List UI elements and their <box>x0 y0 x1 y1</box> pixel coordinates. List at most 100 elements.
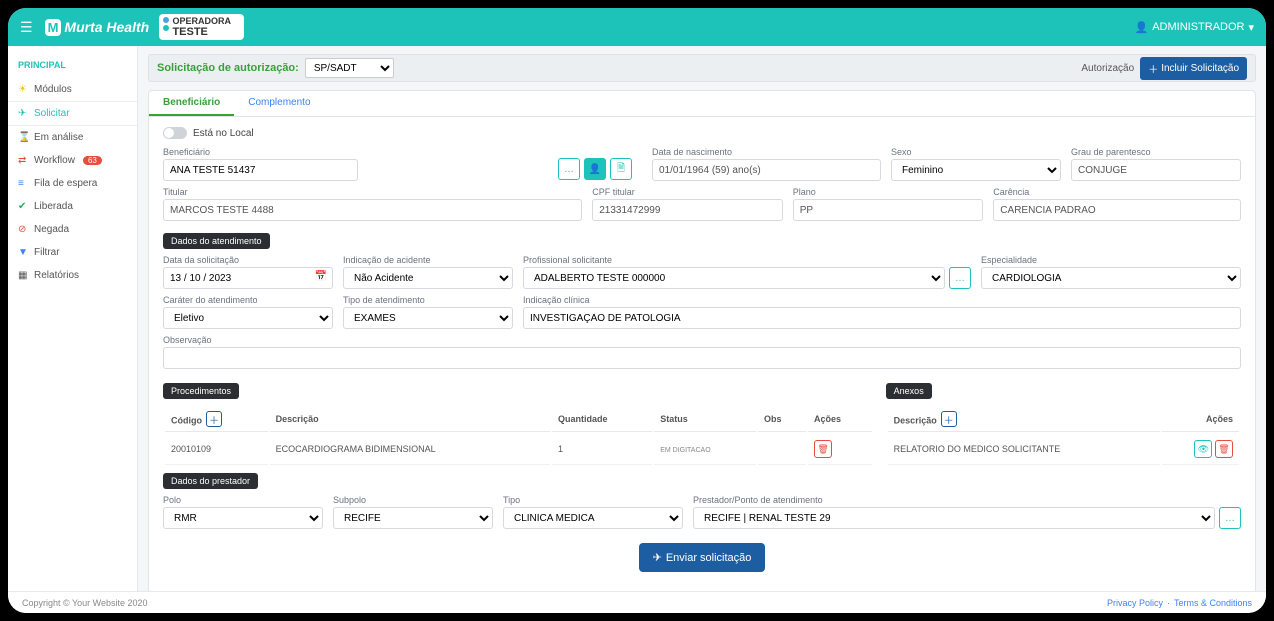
select-profissional[interactable]: ADALBERTO TESTE 000000 <box>523 267 945 289</box>
label-especialidade: Especialidade <box>981 255 1241 265</box>
chevron-down-icon: ▾ <box>1248 21 1254 34</box>
check-icon: ✔ <box>18 201 28 212</box>
add-procedimento-button[interactable]: ＋ <box>206 411 222 427</box>
section-prestador: Dados do prestador <box>163 473 258 489</box>
workflow-icon: ⇄ <box>18 155 28 166</box>
col-obs: Obs <box>758 407 806 432</box>
sidebar-item-negada[interactable]: ⊘Negada <box>8 218 137 241</box>
label-tipo-atendimento: Tipo de atendimento <box>343 295 513 305</box>
send-request-button[interactable]: ✈ Enviar solicitação <box>639 543 766 572</box>
terms-link[interactable]: Terms & Conditions <box>1174 598 1252 608</box>
label-subpolo: Subpolo <box>333 495 493 505</box>
sidebar-item-workflow[interactable]: ⇄Workflow63 <box>8 149 137 172</box>
label-cpf: CPF titular <box>592 187 783 197</box>
col-codigo: Código＋ <box>165 407 268 432</box>
select-subpolo[interactable]: RECIFE <box>333 507 493 529</box>
procedimentos-table: Código＋ Descrição Quantidade Status Obs … <box>163 405 874 467</box>
col-anexo-acoes: Ações <box>1162 407 1239 432</box>
sidebar-item-modulos[interactable]: ☀Módulos <box>8 78 137 101</box>
send-icon: ✈ <box>18 108 28 119</box>
select-tipo-prestador[interactable]: CLINICA MEDICA <box>503 507 683 529</box>
section-procedimentos: Procedimentos <box>163 383 239 399</box>
plus-icon: ＋ <box>1148 61 1158 76</box>
input-carencia <box>993 199 1241 221</box>
toolbar-label: Solicitação de autorização: <box>157 62 299 74</box>
view-anexo-button[interactable]: 👁 <box>1194 440 1212 458</box>
report-icon: ▦ <box>18 270 28 281</box>
menu-toggle-icon[interactable]: ☰ <box>20 19 33 36</box>
auth-type-select[interactable]: SP/SADT <box>305 58 394 78</box>
privacy-link[interactable]: Privacy Policy <box>1107 598 1163 608</box>
label-data-solicitacao: Data da solicitação <box>163 255 333 265</box>
local-toggle[interactable] <box>163 127 187 139</box>
search-professional-button[interactable]: … <box>949 267 971 289</box>
deny-icon: ⊘ <box>18 224 28 235</box>
input-data-solicitacao[interactable] <box>163 267 333 289</box>
person-button[interactable]: 👤 <box>584 158 606 180</box>
select-polo[interactable]: RMR <box>163 507 323 529</box>
queue-icon: ≡ <box>18 178 28 189</box>
table-row: RELATORIO DO MEDICO SOLICITANTE 👁 🗑 <box>888 434 1239 465</box>
input-parentesco <box>1071 159 1241 181</box>
select-sexo[interactable]: Feminino <box>891 159 1061 181</box>
tab-beneficiario[interactable]: Beneficiário <box>149 91 234 116</box>
auth-label: Autorização <box>1081 63 1134 74</box>
filter-icon: ▼ <box>18 247 28 258</box>
label-profissional: Profissional solicitante <box>523 255 971 265</box>
label-obs: Observação <box>163 335 1241 345</box>
delete-anexo-button[interactable]: 🗑 <box>1215 440 1233 458</box>
user-menu[interactable]: 👤 ADMINISTRADOR ▾ <box>1134 21 1254 34</box>
add-anexo-button[interactable]: ＋ <box>941 411 957 427</box>
input-cpf <box>592 199 783 221</box>
input-nascimento <box>652 159 881 181</box>
select-tipo-atendimento[interactable]: EXAMES <box>343 307 513 329</box>
input-beneficiario[interactable] <box>163 159 358 181</box>
sidebar-item-solicitar[interactable]: ✈Solicitar <box>8 101 137 126</box>
calendar-icon[interactable]: 📅 <box>315 271 327 282</box>
operadora-badge: OPERADORATESTE <box>159 14 244 40</box>
col-quantidade: Quantidade <box>552 407 652 432</box>
table-row: 20010109 ECOCARDIOGRAMA BIDIMENSIONAL 1 … <box>165 434 872 465</box>
tabs: Beneficiário Complemento <box>149 91 1255 117</box>
select-acidente[interactable]: Não Acidente <box>343 267 513 289</box>
label-polo: Polo <box>163 495 323 505</box>
input-titular <box>163 199 582 221</box>
select-especialidade[interactable]: CARDIOLOGIA <box>981 267 1241 289</box>
sidebar: PRINCIPAL ☀Módulos ✈Solicitar ⌛Em anális… <box>8 46 138 591</box>
hourglass-icon: ⌛ <box>18 132 28 143</box>
label-beneficiario: Beneficiário <box>163 147 358 157</box>
search-prestador-button[interactable]: … <box>1219 507 1241 529</box>
section-atendimento: Dados do atendimento <box>163 233 270 249</box>
search-beneficiary-button[interactable]: … <box>558 158 580 180</box>
label-nascimento: Data de nascimento <box>652 147 881 157</box>
input-obs[interactable] <box>163 347 1241 369</box>
label-carencia: Carência <box>993 187 1241 197</box>
status-badge: EM DIGITACAO <box>660 447 710 454</box>
brand-logo: MMurta Health <box>45 19 150 36</box>
id-card-button[interactable]: 🗎 <box>610 158 632 180</box>
label-plano: Plano <box>793 187 984 197</box>
workflow-badge: 63 <box>83 156 102 165</box>
label-sexo: Sexo <box>891 147 1061 157</box>
sidebar-item-fila[interactable]: ≡Fila de espera <box>8 172 137 195</box>
sidebar-item-relatorios[interactable]: ▦Relatórios <box>8 264 137 287</box>
col-status: Status <box>654 407 756 432</box>
topbar: ☰ MMurta Health OPERADORATESTE 👤 ADMINIS… <box>8 8 1266 46</box>
sidebar-item-liberada[interactable]: ✔Liberada <box>8 195 137 218</box>
label-parentesco: Grau de parentesco <box>1071 147 1241 157</box>
tab-complemento[interactable]: Complemento <box>234 91 324 116</box>
col-anexo-descricao: Descrição＋ <box>888 407 1160 432</box>
select-ponto[interactable]: RECIFE | RENAL TESTE 29 <box>693 507 1215 529</box>
toolbar: Solicitação de autorização: SP/SADT Auto… <box>148 54 1256 82</box>
sidebar-item-analise[interactable]: ⌛Em análise <box>8 126 137 149</box>
input-indicacao[interactable] <box>523 307 1241 329</box>
input-plano <box>793 199 984 221</box>
anexos-table: Descrição＋ Ações RELATORIO DO MEDICO SOL… <box>886 405 1241 467</box>
delete-procedimento-button[interactable]: 🗑 <box>814 440 832 458</box>
include-request-button[interactable]: ＋Incluir Solicitação <box>1140 57 1247 80</box>
select-carater[interactable]: Eletivo <box>163 307 333 329</box>
copyright: Copyright © Your Website 2020 <box>22 598 148 608</box>
sidebar-item-filtrar[interactable]: ▼Filtrar <box>8 241 137 264</box>
label-carater: Caráter do atendimento <box>163 295 333 305</box>
modules-icon: ☀ <box>18 84 28 95</box>
